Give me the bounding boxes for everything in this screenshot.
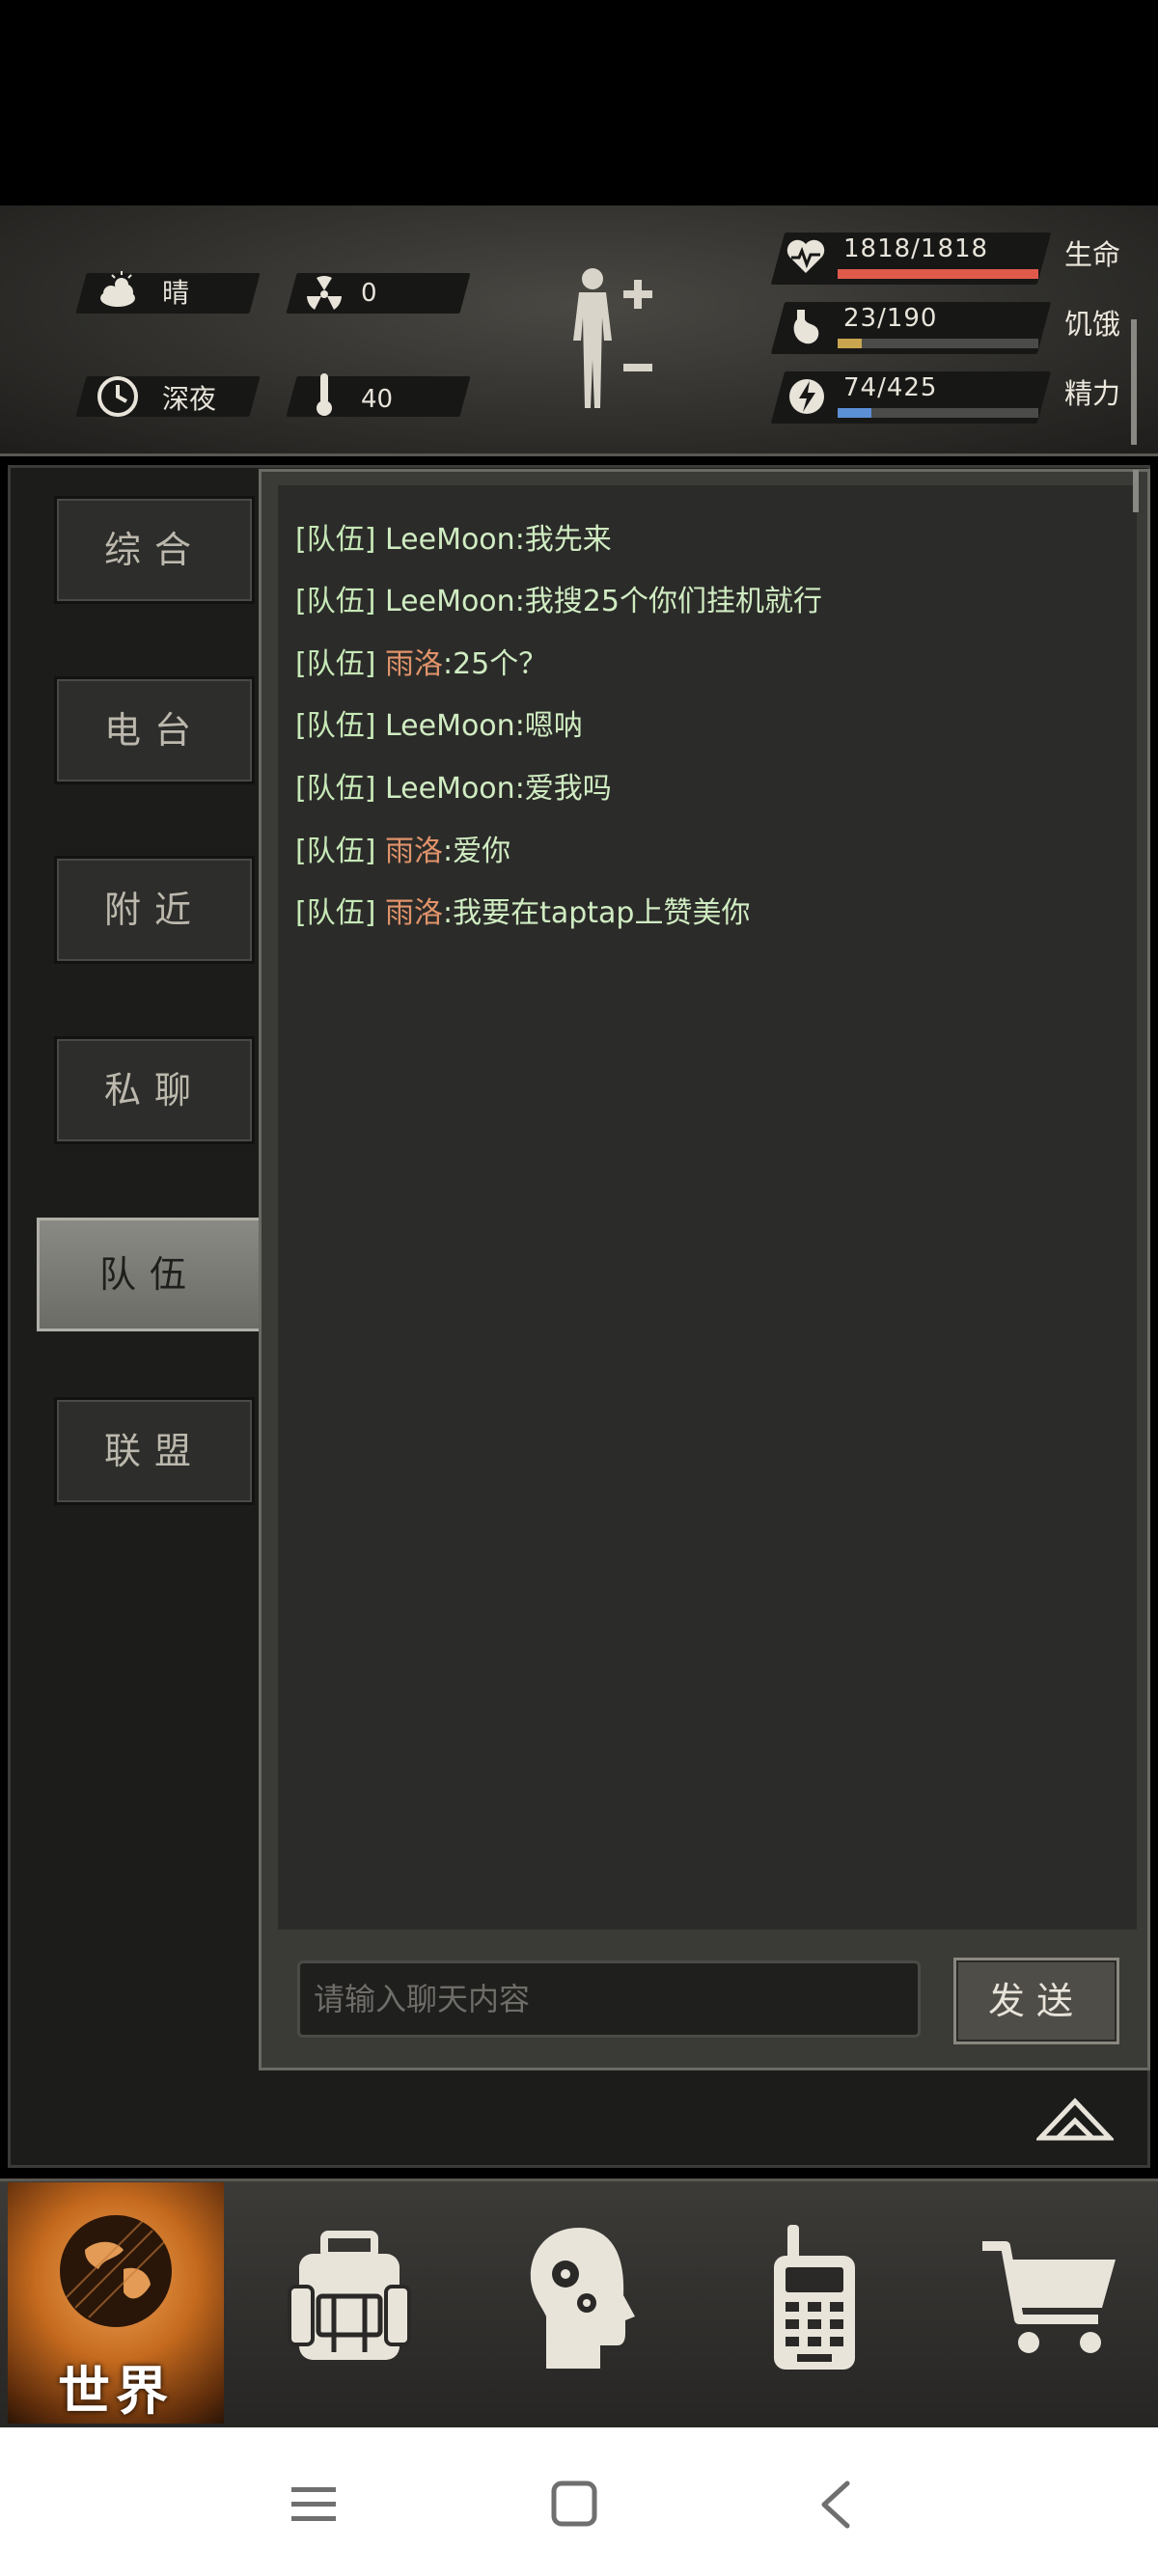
message-sender[interactable]: LeeMoon bbox=[385, 585, 515, 618]
radiation-value: 0 bbox=[361, 279, 377, 308]
message-text: :爱我吗 bbox=[514, 772, 612, 806]
weather-cloud-sun-icon bbox=[100, 271, 135, 307]
tab-general[interactable]: 综合 bbox=[54, 496, 255, 604]
body-status-figure-icon[interactable] bbox=[558, 263, 664, 418]
tab-radio[interactable]: 电台 bbox=[54, 676, 255, 784]
send-button[interactable]: 发送 bbox=[953, 1958, 1119, 2044]
message-sender[interactable]: 雨洛 bbox=[385, 647, 443, 681]
tab-nearby[interactable]: 附近 bbox=[54, 856, 255, 964]
status-hud: 晴 0 深夜 40 1818/1818 生命 23/190 饥饿 74/425 … bbox=[0, 206, 1158, 456]
hunger-value: 23/190 bbox=[843, 304, 938, 333]
tab-alliance[interactable]: 联盟 bbox=[54, 1397, 255, 1505]
message-text: :爱你 bbox=[442, 835, 511, 868]
chat-message: [队伍] 雨洛:爱你 bbox=[295, 827, 510, 869]
message-text: :我要在taptap上赞美你 bbox=[442, 896, 751, 930]
stomach-icon bbox=[793, 310, 819, 344]
chat-message: [队伍] LeeMoon:我先来 bbox=[295, 515, 612, 558]
world-nav-button[interactable]: 世界 bbox=[8, 2182, 224, 2424]
message-text: :我先来 bbox=[514, 523, 612, 557]
health-bar bbox=[838, 269, 1038, 279]
chat-message: [队伍] LeeMoon:我搜25个你们挂机就行 bbox=[295, 577, 822, 619]
energy-label: 精力 bbox=[1064, 377, 1121, 410]
weather-value: 晴 bbox=[162, 277, 190, 309]
message-sender[interactable]: LeeMoon bbox=[385, 772, 515, 806]
skills-head-icon[interactable] bbox=[523, 2224, 639, 2372]
temperature-value: 40 bbox=[361, 385, 394, 414]
message-text: :我搜25个你们挂机就行 bbox=[514, 585, 822, 618]
globe-icon bbox=[60, 2215, 172, 2327]
chat-message: [队伍] LeeMoon:嗯呐 bbox=[295, 701, 583, 744]
message-sender[interactable]: LeeMoon bbox=[385, 523, 515, 557]
message-channel: [队伍] bbox=[295, 523, 376, 557]
menu-icon[interactable] bbox=[290, 2483, 338, 2524]
message-channel: [队伍] bbox=[295, 896, 376, 930]
chat-message: [队伍] 雨洛:25个？ bbox=[295, 640, 547, 682]
system-navigation-bar bbox=[0, 2427, 1158, 2576]
time-of-day-value: 深夜 bbox=[162, 383, 217, 415]
health-bar-fill bbox=[838, 269, 1038, 279]
hunger-bar bbox=[838, 339, 1038, 348]
clock-icon bbox=[97, 376, 138, 417]
health-label: 生命 bbox=[1064, 238, 1121, 271]
radio-icon[interactable] bbox=[768, 2223, 861, 2373]
message-channel: [队伍] bbox=[295, 709, 376, 743]
message-channel: [队伍] bbox=[295, 585, 376, 618]
hunger-label: 饥饿 bbox=[1064, 308, 1121, 341]
chat-message: [队伍] LeeMoon:爱我吗 bbox=[295, 764, 612, 807]
message-channel: [队伍] bbox=[295, 647, 376, 681]
energy-icon bbox=[789, 379, 824, 414]
chat-message: [队伍] 雨洛:我要在taptap上赞美你 bbox=[295, 889, 750, 931]
heart-icon bbox=[786, 239, 825, 273]
health-value: 1818/1818 bbox=[843, 234, 989, 263]
energy-bar bbox=[838, 408, 1038, 418]
message-sender[interactable]: 雨洛 bbox=[385, 835, 443, 868]
energy-value: 74/425 bbox=[843, 373, 938, 402]
thermometer-icon bbox=[317, 373, 332, 416]
hud-scrollbar[interactable] bbox=[1131, 319, 1137, 445]
message-channel: [队伍] bbox=[295, 835, 376, 868]
world-nav-label: 世界 bbox=[58, 2361, 174, 2422]
tab-team[interactable]: 队伍 bbox=[37, 1218, 262, 1331]
radiation-icon bbox=[307, 276, 342, 310]
energy-bar-fill bbox=[838, 408, 872, 418]
message-channel: [队伍] bbox=[295, 772, 376, 806]
home-icon[interactable] bbox=[550, 2480, 598, 2528]
chat-scrollbar[interactable] bbox=[1133, 470, 1139, 512]
backpack-icon[interactable] bbox=[286, 2231, 413, 2366]
message-sender[interactable]: LeeMoon bbox=[385, 709, 515, 743]
hunger-bar-fill bbox=[838, 339, 862, 348]
cart-icon[interactable] bbox=[979, 2236, 1121, 2362]
chat-input[interactable] bbox=[297, 1960, 921, 2038]
collapse-up-icon[interactable] bbox=[1036, 2094, 1114, 2142]
message-sender[interactable]: 雨洛 bbox=[385, 896, 443, 930]
message-text: :嗯呐 bbox=[514, 709, 583, 743]
message-text: :25个？ bbox=[442, 647, 548, 681]
tab-private[interactable]: 私聊 bbox=[54, 1036, 255, 1144]
back-icon[interactable] bbox=[818, 2480, 851, 2530]
